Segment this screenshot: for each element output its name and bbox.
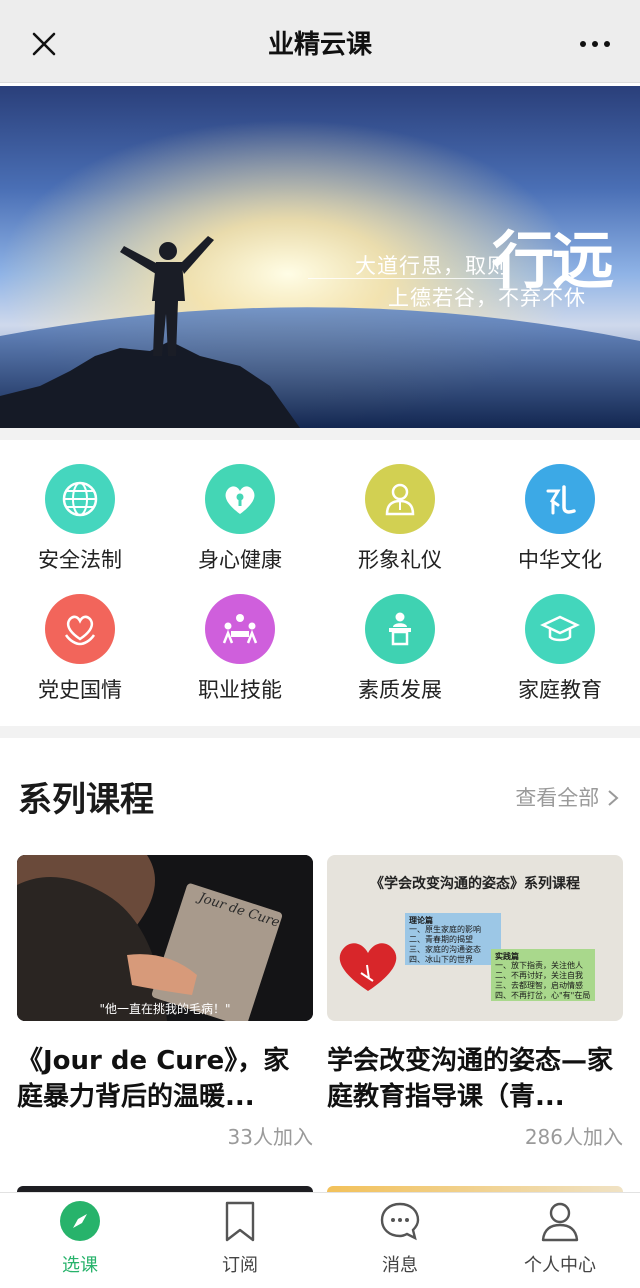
top-bar: 业精云课 <box>0 0 640 83</box>
theory-item: 一、原生家庭的影响 <box>409 925 481 934</box>
theory-item: 四、冰山下的世界 <box>409 955 473 964</box>
more-dots-icon[interactable] <box>578 30 612 58</box>
heart-keyhole-icon <box>205 464 275 534</box>
category-mind-health[interactable]: 身心健康 <box>160 464 320 594</box>
course-title: 学会改变沟通的姿态—家庭教育指导课（青... <box>327 1046 614 1109</box>
course-joined-count: 286人加入 <box>524 1125 623 1149</box>
category-family-education[interactable]: 家庭教育 <box>480 594 640 724</box>
tab-label: 选课 <box>62 1255 98 1276</box>
tab-label: 消息 <box>382 1255 418 1276</box>
person-icon <box>365 464 435 534</box>
practice-item: 二、不再讨好，关注自我 <box>495 971 583 980</box>
tab-label: 订阅 <box>222 1255 258 1276</box>
divider <box>0 428 640 440</box>
course-joined-count: 33人加入 <box>227 1125 313 1149</box>
category-chinese-culture[interactable]: 中华文化 <box>480 464 640 594</box>
heart-illustration <box>339 943 397 991</box>
view-all-link[interactable]: 查看全部 <box>515 782 620 812</box>
practice-item: 三、去都理智，启动情感 <box>495 981 583 990</box>
theory-title: 理论篇 <box>409 915 433 925</box>
view-all-label: 查看全部 <box>515 786 600 810</box>
tab-select-course[interactable]: 选课 <box>0 1193 160 1288</box>
podium-icon <box>365 594 435 664</box>
globe-icon <box>45 464 115 534</box>
practice-box: 实践篇 一、放下指责，关注他人 二、不再讨好，关注自我 三、去都理智，启动情感 … <box>491 949 595 1001</box>
tab-messages[interactable]: 消息 <box>320 1193 480 1288</box>
thumbnail-caption: "他一直在挑我的毛病！" <box>99 1002 231 1016</box>
user-icon <box>541 1202 579 1242</box>
practice-item: 一、放下指责，关注他人 <box>495 961 583 970</box>
tab-subscribe[interactable]: 订阅 <box>160 1193 320 1288</box>
theory-box: 理论篇 一、原生家庭的影响 二、青春期的揭望 三、家庭的沟通姿态 四、冰山下的世… <box>405 913 501 965</box>
tab-label: 个人中心 <box>524 1255 596 1276</box>
meeting-icon <box>205 594 275 664</box>
hero-banner[interactable]: 大道行思，取则 上德若谷，不弃不休 行远 <box>0 86 640 428</box>
category-label: 身心健康 <box>198 548 282 572</box>
heart-hands-icon <box>45 594 115 664</box>
category-label: 职业技能 <box>198 678 282 702</box>
category-label: 党史国情 <box>38 678 122 702</box>
tab-profile[interactable]: 个人中心 <box>480 1193 640 1288</box>
category-label: 形象礼仪 <box>358 548 442 572</box>
graduation-cap-icon <box>525 594 595 664</box>
chat-bubble-icon <box>380 1202 420 1241</box>
banner-slogan-line1: 大道行思，取则 <box>355 254 509 278</box>
category-label: 家庭教育 <box>518 678 602 702</box>
section-title: 系列课程 <box>18 780 154 820</box>
theory-item: 二、青春期的揭望 <box>409 935 473 944</box>
li-character-icon <box>525 464 595 534</box>
compass-icon <box>60 1201 100 1241</box>
theory-item: 三、家庭的沟通姿态 <box>409 945 481 954</box>
page-title: 业精云课 <box>267 30 372 60</box>
category-label: 中华文化 <box>518 548 602 572</box>
category-label: 素质发展 <box>358 678 442 702</box>
course-title: 《Jour de Cure》，家庭暴力背后的温暖... <box>17 1046 290 1109</box>
bottom-tab-bar: 选课 订阅 消息 个人中心 <box>0 1192 640 1288</box>
divider <box>0 726 640 738</box>
category-image-etiquette[interactable]: 形象礼仪 <box>320 464 480 594</box>
course-thumbnail: 《学会改变沟通的姿态》系列课程 理论篇 一、原生家庭的影响 二、青春期的揭望 三… <box>327 855 623 1021</box>
category-quality-development[interactable]: 素质发展 <box>320 594 480 724</box>
bookmark-icon <box>225 1201 255 1242</box>
category-job-skills[interactable]: 职业技能 <box>160 594 320 724</box>
practice-item: 四、不再打岔，心"有"在局 <box>495 991 591 1000</box>
thumbnail-heading: 《学会改变沟通的姿态》系列课程 <box>370 876 580 892</box>
chevron-right-icon <box>608 790 619 806</box>
course-thumbnail: Jour de Cure "他一直在挑我的毛病！" <box>17 855 313 1021</box>
banner-big-text: 行远 <box>492 224 614 297</box>
category-grid: 安全法制 身心健康 形象礼仪 中华文化 党史国情 职业技能 素质发展 家庭教育 <box>0 440 640 726</box>
practice-title: 实践篇 <box>495 951 519 961</box>
category-party-history[interactable]: 党史国情 <box>0 594 160 724</box>
category-safety-law[interactable]: 安全法制 <box>0 464 160 594</box>
category-label: 安全法制 <box>38 548 122 572</box>
